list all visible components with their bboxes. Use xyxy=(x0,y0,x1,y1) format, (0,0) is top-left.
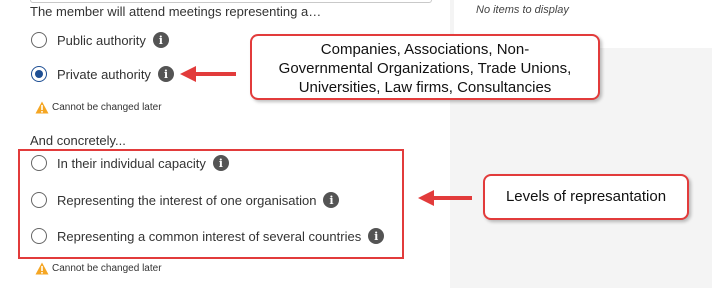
callout-line: Governmental Organizations, Trade Unions… xyxy=(278,60,572,77)
input-field-edge xyxy=(30,0,432,3)
warning-text: Cannot be changed later xyxy=(52,263,162,274)
radio-label: Private authority xyxy=(57,66,151,82)
red-arrow-icon xyxy=(180,66,236,82)
info-icon[interactable]: i xyxy=(152,32,169,48)
radio-button[interactable] xyxy=(31,32,47,48)
question-label: The member will attend meetings represen… xyxy=(30,4,322,19)
callout-private-examples: Companies, Associations, Non- Government… xyxy=(250,34,600,100)
info-icon[interactable]: i xyxy=(157,66,174,82)
concretely-label: And concretely... xyxy=(30,133,126,148)
warning-message: Cannot be changed later xyxy=(35,262,162,275)
warning-message: Cannot be changed later xyxy=(35,101,162,114)
callout-line: Companies, Associations, Non- xyxy=(320,41,530,58)
callout-line: Universities, Law firms, Consultancies xyxy=(298,79,552,96)
warning-text: Cannot be changed later xyxy=(52,102,162,113)
red-arrow-icon xyxy=(418,190,472,206)
capacity-highlight-box xyxy=(18,149,404,259)
no-items-text: No items to display xyxy=(476,4,569,16)
radio-button-selected[interactable] xyxy=(31,66,47,82)
warning-icon xyxy=(35,101,49,114)
callout-levels: Levels of represantation xyxy=(483,174,689,220)
radio-label: Public authority xyxy=(57,32,146,48)
callout-levels-text: Levels of represantation xyxy=(505,188,667,205)
warning-icon xyxy=(35,262,49,275)
radio-public-authority[interactable]: Public authority i xyxy=(31,32,169,48)
radio-private-authority[interactable]: Private authority i xyxy=(31,66,174,82)
